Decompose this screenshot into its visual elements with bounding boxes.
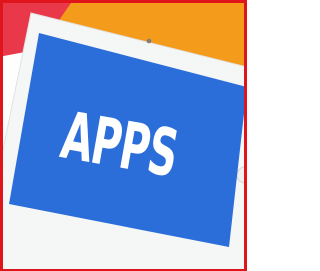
apps-tablet-illustration: APPS: [3, 3, 244, 269]
image-frame: APPS: [0, 0, 247, 271]
camera-icon: [146, 38, 152, 44]
